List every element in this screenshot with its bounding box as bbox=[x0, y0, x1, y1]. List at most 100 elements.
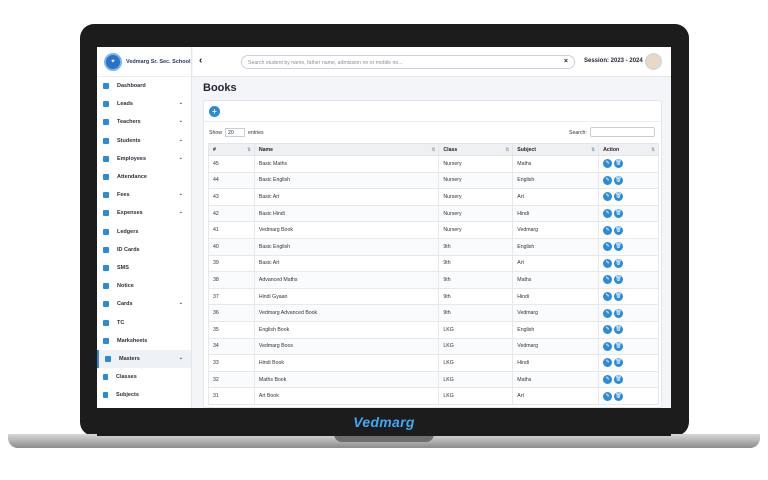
cell-actions: ✎ 🗑 bbox=[598, 155, 659, 173]
sidebar-item-teachers[interactable]: Teachers ⌄ bbox=[97, 113, 191, 131]
delete-icon[interactable]: 🗑 bbox=[614, 159, 624, 169]
column-header-name[interactable]: Name ⇅ bbox=[253, 143, 440, 156]
cell-id: 31 bbox=[208, 387, 255, 405]
fees-icon bbox=[103, 192, 109, 199]
cell-id: 34 bbox=[208, 337, 255, 356]
cell-class: LKG bbox=[438, 354, 514, 372]
delete-icon[interactable]: 🗑 bbox=[614, 258, 624, 268]
sidebar-item-cards[interactable]: Cards ⌄ bbox=[97, 295, 191, 313]
edit-icon[interactable]: ✎ bbox=[603, 308, 613, 318]
edit-icon[interactable]: ✎ bbox=[603, 292, 613, 302]
edit-icon[interactable]: ✎ bbox=[603, 258, 613, 268]
edit-icon[interactable]: ✎ bbox=[603, 225, 613, 235]
sidebar-item-label: TC bbox=[117, 319, 125, 326]
sidebar-item-notice[interactable]: Notice bbox=[97, 277, 191, 295]
sidebar-item-leads[interactable]: Leads ⌄ bbox=[97, 95, 191, 113]
entries-label: entries bbox=[247, 129, 264, 136]
column-header-class[interactable]: Class ⇅ bbox=[438, 143, 514, 156]
sidebar-item-ledgers[interactable]: Ledgers bbox=[97, 223, 191, 241]
cell-actions: ✎ 🗑 bbox=[598, 304, 659, 322]
sidebar-item-fees[interactable]: Fees ⌄ bbox=[97, 186, 191, 204]
cards-icon bbox=[103, 301, 109, 308]
table-row: 31 Art Book LKG Art ✎ 🗑 bbox=[208, 387, 659, 405]
cell-actions: ✎ 🗑 bbox=[598, 237, 659, 256]
table-row: 42 Basic Hindi Nursery Hindi ✎ 🗑 bbox=[208, 204, 659, 223]
cell-name: Vedmarg Boos bbox=[253, 337, 440, 356]
sidebar-item-marksheets[interactable]: Marksheets bbox=[97, 332, 191, 350]
cell-actions: ✎ 🗑 bbox=[598, 320, 659, 339]
sidebar-item-masters[interactable]: Masters ⌄ bbox=[97, 349, 191, 368]
delete-icon[interactable]: 🗑 bbox=[614, 225, 624, 235]
delete-icon[interactable]: 🗑 bbox=[614, 292, 624, 302]
column-header-id[interactable]: # ⇅ bbox=[208, 143, 255, 156]
sidebar-item-label: Cards bbox=[117, 301, 133, 308]
school-header[interactable]: ✦ Vedmarg Sr. Sec. School bbox=[97, 47, 191, 77]
cell-subject: Vedmarg bbox=[512, 304, 600, 322]
sidebar-item-label: Employees bbox=[117, 155, 147, 162]
sidebar-item-id-cards[interactable]: ID Cards bbox=[97, 241, 191, 259]
delete-icon[interactable]: 🗑 bbox=[614, 275, 624, 285]
edit-icon[interactable]: ✎ bbox=[603, 192, 613, 202]
cell-name: Vedmarg Advanced Book bbox=[253, 304, 440, 322]
sidebar-item-dashboard[interactable]: Dashboard bbox=[97, 77, 191, 95]
delete-icon[interactable]: 🗑 bbox=[614, 242, 624, 252]
edit-icon[interactable]: ✎ bbox=[603, 159, 613, 169]
delete-icon[interactable]: 🗑 bbox=[614, 192, 624, 202]
sidebar-item-classes[interactable]: Classes bbox=[97, 368, 191, 386]
sidebar-item-tc[interactable]: TC bbox=[97, 313, 191, 331]
edit-icon[interactable]: ✎ bbox=[603, 341, 613, 351]
column-header-action[interactable]: Action ⇅ bbox=[598, 143, 659, 156]
cell-id: 38 bbox=[208, 271, 255, 289]
cell-name: Vedmarg Book bbox=[253, 221, 440, 239]
entries-select[interactable]: 20 bbox=[224, 128, 245, 137]
chevron-down-icon: ⌄ bbox=[178, 191, 183, 198]
user-avatar[interactable] bbox=[645, 53, 662, 70]
table-search-input[interactable] bbox=[590, 127, 655, 137]
delete-icon[interactable]: 🗑 bbox=[614, 308, 624, 318]
student-search-input[interactable]: Search student by name, father name, adm… bbox=[241, 55, 575, 69]
edit-icon[interactable]: ✎ bbox=[603, 175, 613, 185]
notice-icon bbox=[103, 283, 109, 290]
edit-icon[interactable]: ✎ bbox=[603, 275, 613, 285]
delete-icon[interactable]: 🗑 bbox=[614, 175, 624, 185]
cell-actions: ✎ 🗑 bbox=[598, 370, 659, 389]
expenses-icon bbox=[103, 210, 109, 217]
delete-icon[interactable]: 🗑 bbox=[614, 209, 624, 219]
cell-subject: Vedmarg bbox=[512, 221, 600, 239]
sidebar-item-sms[interactable]: SMS bbox=[97, 259, 191, 277]
sidebar-item-students[interactable]: Students ⌄ bbox=[97, 132, 191, 150]
sidebar-item-subjects[interactable]: Subjects bbox=[97, 386, 191, 404]
delete-icon[interactable]: 🗑 bbox=[614, 358, 624, 368]
sidebar-item-attendance[interactable]: Attendance bbox=[97, 168, 191, 186]
cell-class: LKG bbox=[438, 387, 514, 405]
table-row: 38 Advanced Maths 9th Maths ✎ 🗑 bbox=[208, 271, 659, 289]
cell-id: 33 bbox=[208, 354, 255, 372]
cell-subject: English bbox=[512, 320, 600, 339]
sidebar-item-employees[interactable]: Employees ⌄ bbox=[97, 150, 191, 168]
delete-icon[interactable]: 🗑 bbox=[614, 325, 624, 335]
back-icon[interactable]: ‹ bbox=[199, 55, 202, 66]
school-name: Vedmarg Sr. Sec. School bbox=[126, 58, 191, 65]
cell-name: Basic English bbox=[253, 171, 440, 190]
edit-icon[interactable]: ✎ bbox=[603, 209, 613, 219]
cell-actions: ✎ 🗑 bbox=[598, 204, 659, 223]
edit-icon[interactable]: ✎ bbox=[603, 375, 613, 385]
sidebar-item-expenses[interactable]: Expenses ⌄ bbox=[97, 204, 191, 222]
cell-actions: ✎ 🗑 bbox=[598, 171, 659, 190]
edit-icon[interactable]: ✎ bbox=[603, 391, 613, 401]
edit-icon[interactable]: ✎ bbox=[603, 242, 613, 252]
column-header-subject[interactable]: Subject ⇅ bbox=[512, 143, 600, 156]
clear-search-icon[interactable]: × bbox=[564, 58, 568, 65]
delete-icon[interactable]: 🗑 bbox=[614, 341, 624, 351]
edit-icon[interactable]: ✎ bbox=[603, 358, 613, 368]
cell-class: 9th bbox=[438, 237, 514, 256]
leads-icon bbox=[103, 101, 109, 108]
cell-class: Nursery bbox=[438, 188, 514, 206]
add-book-button[interactable]: + bbox=[209, 106, 220, 117]
subjects-icon bbox=[103, 392, 108, 399]
delete-icon[interactable]: 🗑 bbox=[614, 375, 624, 385]
delete-icon[interactable]: 🗑 bbox=[614, 391, 624, 401]
table-body: 45 Basic Maths Nursery Maths ✎ 🗑 44 Basic Engli… bbox=[208, 155, 659, 405]
edit-icon[interactable]: ✎ bbox=[603, 325, 613, 335]
session-label[interactable]: Session: 2023 - 2024 bbox=[584, 58, 643, 64]
